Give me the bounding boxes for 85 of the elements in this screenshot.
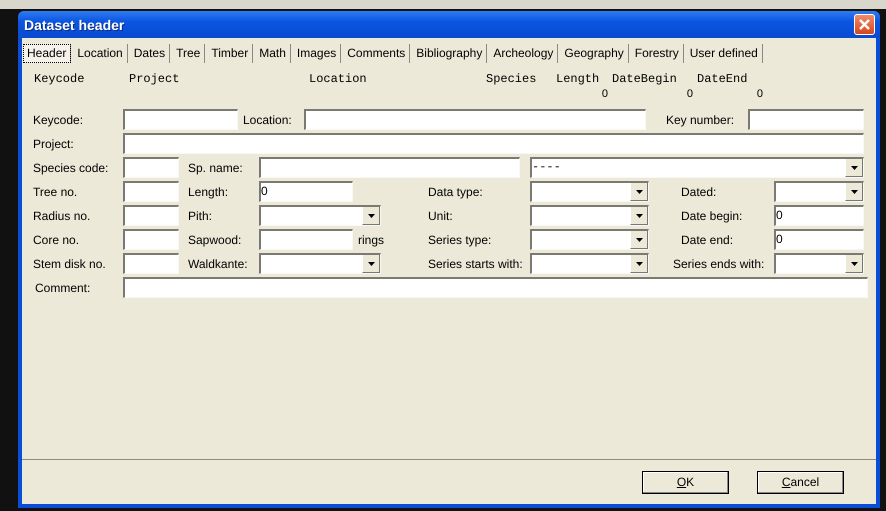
- tab[interactable]: Tree: [172, 44, 206, 63]
- tab[interactable]: Header: [23, 44, 72, 63]
- input-field[interactable]: [123, 229, 179, 250]
- column-value: 0: [756, 88, 764, 100]
- field-label: Sapwood:: [187, 232, 242, 246]
- dropdown-arrow-icon: [850, 190, 858, 194]
- dropdown-arrow-icon: [368, 214, 374, 218]
- dropdown[interactable]: ----: [530, 157, 864, 178]
- tab[interactable]: Images: [292, 44, 342, 63]
- input-field[interactable]: [123, 277, 868, 298]
- input-field[interactable]: [123, 133, 864, 154]
- input-field[interactable]: 0: [774, 229, 864, 250]
- close-icon: [858, 18, 871, 31]
- input-field[interactable]: [748, 109, 864, 130]
- input-field[interactable]: [304, 109, 646, 130]
- field-label: Unit:: [427, 208, 454, 222]
- input-field[interactable]: [123, 253, 179, 274]
- field-label: Tree no.: [32, 184, 78, 198]
- field-label: rings: [357, 232, 386, 246]
- field-label: Sp. name:: [187, 160, 244, 174]
- field-label: Keycode:: [32, 112, 84, 126]
- field-label: Data type:: [427, 184, 484, 198]
- dropdown-arrow-icon: [636, 190, 642, 194]
- dropdown[interactable]: [530, 253, 649, 274]
- field-label: Key number:: [665, 112, 736, 126]
- field-label: Stem disk no.: [32, 256, 107, 270]
- dropdown-arrow-icon: [368, 262, 374, 266]
- tab[interactable]: Comments: [343, 44, 410, 63]
- column-heading: DateEnd: [697, 72, 748, 86]
- field-label: Date begin:: [680, 208, 744, 222]
- column-heading: Length: [556, 72, 600, 86]
- dropdown-arrow-icon: [850, 166, 858, 170]
- field-label: Core no.: [32, 232, 80, 246]
- tab[interactable]: Dates: [130, 44, 170, 63]
- field-label: Series ends with:: [672, 256, 766, 270]
- field-label: Length:: [187, 184, 230, 198]
- field-label: Waldkante:: [187, 256, 249, 270]
- tab[interactable]: Forestry: [630, 44, 684, 63]
- input-field[interactable]: [123, 205, 179, 226]
- field-label: Comment:: [34, 280, 92, 294]
- tab[interactable]: Archeology: [489, 44, 558, 63]
- window-title: Dataset header: [24, 16, 124, 32]
- tab[interactable]: Geography: [560, 44, 629, 63]
- dialog-button[interactable]: OK: [642, 470, 729, 494]
- input-field[interactable]: 0: [259, 181, 353, 202]
- dropdown-arrow-icon: [850, 262, 858, 266]
- column-heading: Project: [129, 72, 180, 86]
- tab[interactable]: Timber: [207, 44, 254, 63]
- input-field[interactable]: [259, 157, 520, 178]
- field-label: Series starts with:: [427, 256, 524, 270]
- dropdown-arrow-icon: [636, 262, 642, 266]
- field-label: Species code:: [32, 160, 110, 174]
- dropdown[interactable]: [259, 253, 381, 274]
- input-field[interactable]: [123, 181, 179, 202]
- close-button[interactable]: [854, 14, 875, 35]
- field-label: Radius no.: [32, 208, 92, 222]
- dropdown[interactable]: [530, 229, 649, 250]
- field-label: Date end:: [680, 232, 734, 246]
- dropdown[interactable]: [774, 181, 864, 202]
- column-value: 0: [686, 88, 694, 100]
- tab[interactable]: User defined: [686, 44, 763, 63]
- column-heading: Keycode: [34, 72, 86, 86]
- field-label: Location:: [242, 112, 293, 126]
- dropdown-arrow-icon: [636, 214, 642, 218]
- dropdown-arrow-icon: [636, 238, 642, 242]
- field-label: Series type:: [427, 232, 492, 246]
- dropdown[interactable]: [774, 253, 864, 274]
- input-field[interactable]: [259, 229, 353, 250]
- dialog-button[interactable]: Cancel: [757, 470, 844, 494]
- input-field[interactable]: [123, 157, 179, 178]
- tab[interactable]: Math: [255, 44, 291, 63]
- input-field[interactable]: [123, 109, 238, 130]
- tab[interactable]: Bibliography: [412, 44, 488, 63]
- dropdown[interactable]: [530, 205, 649, 226]
- field-label: Pith:: [187, 208, 214, 222]
- dropdown[interactable]: [530, 181, 649, 202]
- column-value: 0: [600, 88, 609, 100]
- tab[interactable]: Location: [73, 44, 128, 63]
- column-heading: DateBegin: [612, 72, 678, 86]
- field-label: Project:: [32, 136, 75, 150]
- column-heading: Species: [486, 72, 538, 86]
- input-field[interactable]: 0: [774, 205, 864, 226]
- dropdown[interactable]: [259, 205, 381, 226]
- field-label: Dated:: [680, 184, 718, 198]
- column-heading: Location: [309, 72, 368, 86]
